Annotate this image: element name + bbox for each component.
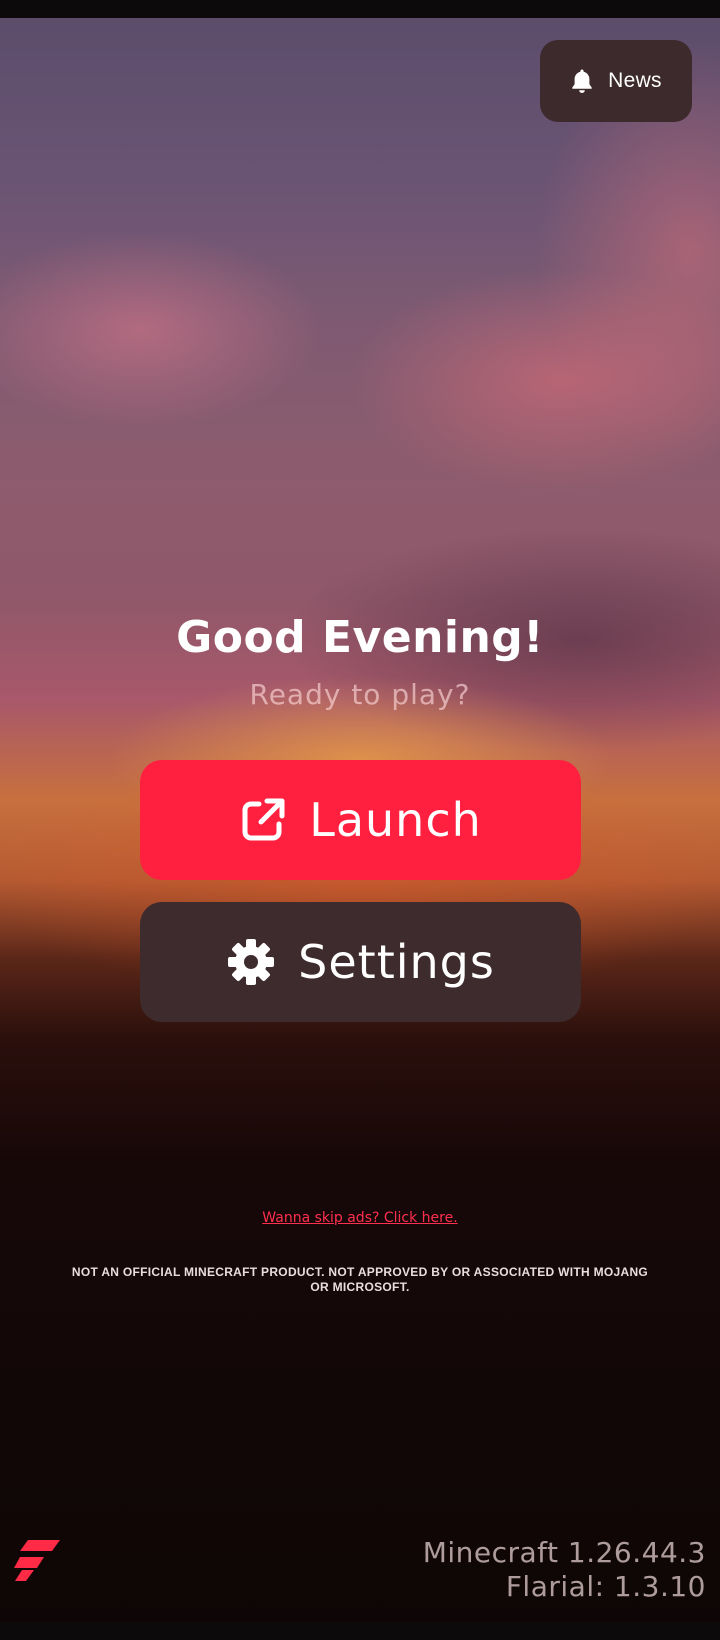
external-link-icon [239,796,287,844]
launch-button[interactable]: Launch [140,760,581,880]
disclaimer-text: NOT AN OFFICIAL MINECRAFT PRODUCT. NOT A… [71,1265,649,1294]
settings-label: Settings [298,935,495,989]
flarial-version: Flarial: 1.3.10 [505,1570,706,1603]
version-info: Minecraft 1.26.44.3 Flarial: 1.3.10 [423,1536,706,1604]
minecraft-version: Minecraft 1.26.44.3 [422,1536,706,1569]
gear-icon [226,937,276,987]
status-bar [0,0,720,18]
bell-icon [570,68,594,94]
launch-label: Launch [309,793,482,847]
news-label: News [608,69,662,92]
navigation-bar [0,1622,720,1640]
flarial-logo-icon [14,1538,62,1582]
greeting-subtitle: Ready to play? [249,678,471,711]
launcher-screen: News Good Evening! Ready to play? Launch [0,0,720,1640]
settings-button[interactable]: Settings [140,902,581,1022]
news-button[interactable]: News [540,40,692,122]
greeting-title: Good Evening! [176,612,544,663]
skip-ads-link[interactable]: Wanna skip ads? Click here. [0,1210,720,1226]
